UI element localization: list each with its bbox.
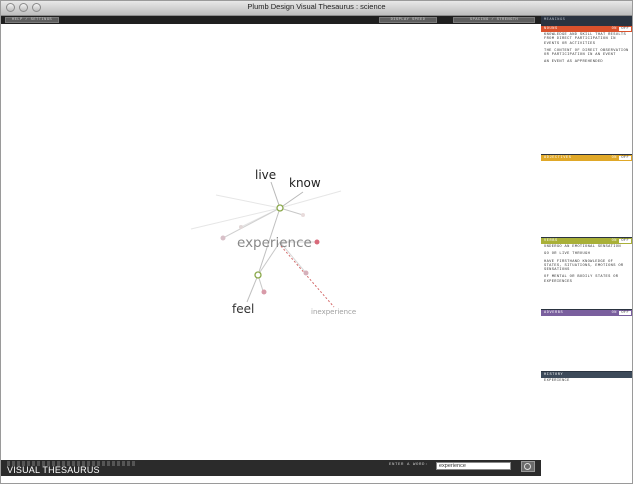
adverbs-label: ADVERBS xyxy=(544,311,564,315)
adverbs-header[interactable]: ADVERBS ON OFF xyxy=(541,310,632,316)
history-item[interactable]: EXPERIENCE xyxy=(544,379,631,383)
graph-node[interactable] xyxy=(239,225,243,229)
enter-word-label: ENTER A WORD: xyxy=(389,463,429,467)
graph-node-live[interactable] xyxy=(276,204,284,212)
meanings-sidebar: MEANINGS NOUNS ON OFF KNOWLEDGE AND SKIL… xyxy=(541,16,632,476)
adverbs-toggle[interactable]: ON OFF xyxy=(612,311,631,315)
definition-item[interactable]: KNOWLEDGE AND SKILL THAT RESULTS FROM DI… xyxy=(544,33,631,46)
definition-item[interactable]: GO OR LIVE THROUGH xyxy=(544,252,631,256)
word-live[interactable]: live xyxy=(255,168,276,182)
on-label[interactable]: ON xyxy=(612,239,617,243)
verbs-label: VERBS xyxy=(544,239,558,243)
on-label[interactable]: ON xyxy=(612,27,617,31)
history-list: EXPERIENCE xyxy=(541,378,632,387)
toolbar: HELP / SETTINGS DISPLAY SPEED SPACING / … xyxy=(1,16,541,24)
definition-item[interactable]: AN EVENT AS APPREHENDED xyxy=(544,60,631,64)
history-label: HISTORY xyxy=(544,373,564,377)
graph-link xyxy=(246,274,259,303)
definition-item[interactable]: OF MENTAL OR BODILY STATES OR EXPERIENCE… xyxy=(544,275,631,284)
graph-link xyxy=(270,181,281,209)
off-label[interactable]: OFF xyxy=(619,156,631,160)
display-speed-button[interactable]: DISPLAY SPEED xyxy=(379,17,437,23)
graph-link xyxy=(190,207,281,230)
word-experience-center[interactable]: experience xyxy=(237,235,312,251)
verbs-toggle[interactable]: ON OFF xyxy=(612,239,631,243)
window-title: Plumb Design Visual Thesaurus : science xyxy=(247,2,386,11)
definition-item[interactable]: THE CONTENT OF DIRECT OBSERVATION OR PAR… xyxy=(544,49,631,58)
adverbs-panel: ADVERBS ON OFF xyxy=(541,309,632,371)
off-label[interactable]: OFF xyxy=(619,311,631,315)
word-inexperience[interactable]: inexperience xyxy=(311,308,356,316)
word-feel[interactable]: feel xyxy=(232,302,254,316)
graph-link xyxy=(279,190,342,209)
verbs-header[interactable]: VERBS ON OFF xyxy=(541,238,632,244)
adjectives-toggle[interactable]: ON OFF xyxy=(612,156,631,160)
on-label[interactable]: ON xyxy=(612,311,617,315)
graph-node[interactable] xyxy=(303,270,309,276)
word-know[interactable]: know xyxy=(289,176,321,190)
adjectives-panel: ADJECTIVES ON OFF xyxy=(541,154,632,242)
history-panel: HISTORY EXPERIENCE xyxy=(541,372,632,476)
verbs-panel: VERBS ON OFF UNDERGO AN EMOTIONAL SENSAT… xyxy=(541,237,632,311)
graph-node[interactable] xyxy=(220,235,226,241)
graph-node[interactable] xyxy=(301,213,305,217)
visual-thesaurus-logo: VISUAL THESAURUS xyxy=(7,465,100,475)
search-button[interactable] xyxy=(521,461,535,472)
definition-item[interactable]: UNDERGO AN EMOTIONAL SENSATION xyxy=(544,245,631,249)
off-label[interactable]: OFF xyxy=(619,239,631,243)
graph-node-feel[interactable] xyxy=(254,271,262,279)
verbs-definitions: UNDERGO AN EMOTIONAL SENSATION GO OR LIV… xyxy=(541,244,632,288)
definition-item[interactable]: HAVE FIRSTHAND KNOWLEDGE OF STATES, SITU… xyxy=(544,260,631,273)
off-label[interactable]: OFF xyxy=(619,27,631,31)
title-bar: Plumb Design Visual Thesaurus : science xyxy=(1,1,632,16)
on-label[interactable]: ON xyxy=(612,156,617,160)
graph-node[interactable] xyxy=(261,289,267,295)
search-icon xyxy=(524,463,531,470)
nouns-definitions: KNOWLEDGE AND SKILL THAT RESULTS FROM DI… xyxy=(541,32,632,69)
nouns-header[interactable]: NOUNS ON OFF xyxy=(541,26,632,32)
nouns-label: NOUNS xyxy=(544,27,558,31)
nouns-panel: NOUNS ON OFF KNOWLEDGE AND SKILL THAT RE… xyxy=(541,25,632,155)
app-window: Plumb Design Visual Thesaurus : science … xyxy=(0,0,633,484)
nouns-toggle[interactable]: ON OFF xyxy=(612,27,631,31)
antonym-link xyxy=(280,245,335,308)
graph-node[interactable] xyxy=(314,239,320,245)
graph-link xyxy=(215,194,281,209)
thesaurus-graph-canvas[interactable]: live know experience feel inexperience xyxy=(1,24,541,460)
graph-link xyxy=(279,191,304,209)
sidebar-header: MEANINGS xyxy=(541,16,632,25)
spacing-strength-button[interactable]: SPACING / STRENGTH xyxy=(453,17,535,23)
adjectives-label: ADJECTIVES xyxy=(544,156,572,160)
bottom-bar: VISUAL THESAURUS ENTER A WORD: experienc… xyxy=(1,460,541,476)
word-input[interactable]: experience xyxy=(436,462,511,470)
sidebar-title: MEANINGS xyxy=(544,18,566,22)
adjectives-header[interactable]: ADJECTIVES ON OFF xyxy=(541,155,632,161)
help-settings-button[interactable]: HELP / SETTINGS xyxy=(5,17,59,23)
history-header: HISTORY xyxy=(541,372,632,378)
